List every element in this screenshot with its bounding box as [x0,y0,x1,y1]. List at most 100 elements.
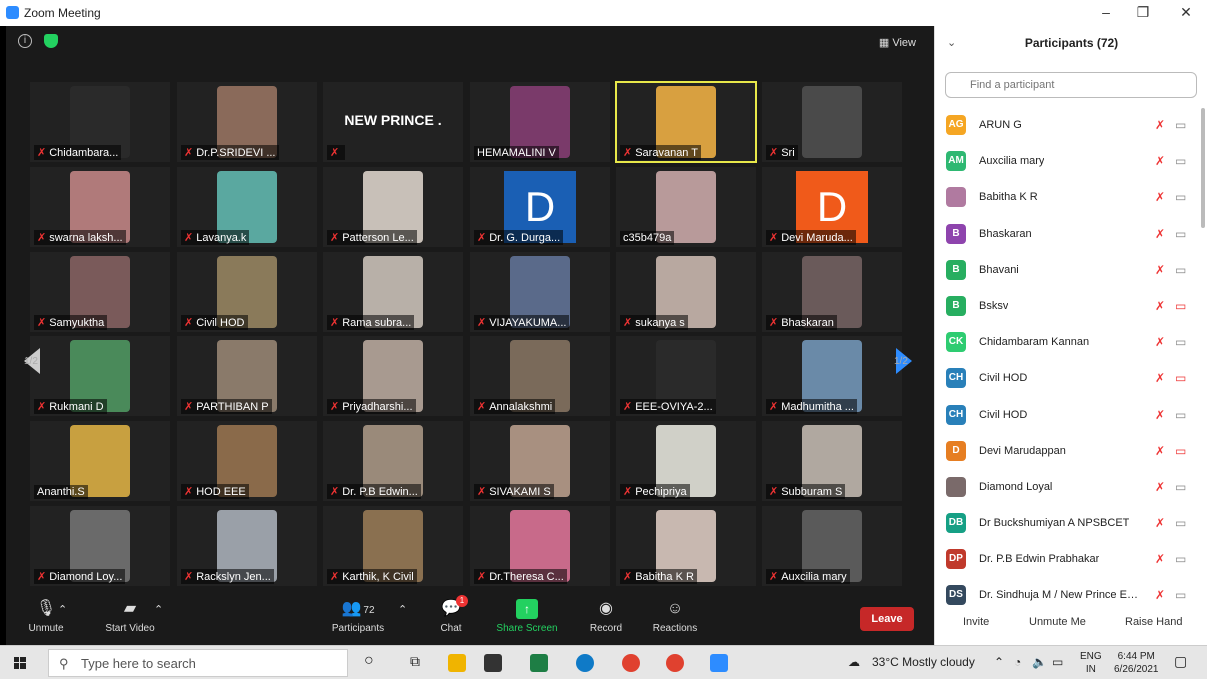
task-view-icon[interactable]: ⧉ [410,653,420,670]
video-tile[interactable]: ✗ Madhumitha ... [762,336,902,416]
store-icon[interactable] [484,654,502,672]
video-tile[interactable]: ✗ sukanya s [616,252,756,332]
video-tile[interactable]: ✗ Dr.Theresa C... [470,506,610,586]
tile-name-text: HOD EEE [196,486,246,498]
participant-search-input[interactable] [945,72,1197,98]
record-button[interactable]: ◉ Record [586,599,626,634]
video-tile[interactable]: ✗ Dr. P.B Edwin... [323,421,463,501]
video-tile[interactable]: ✗ Saravanan T [615,81,757,163]
language-indicator[interactable]: ENG IN [1080,650,1102,676]
muted-mic-icon: ✗ [37,232,47,244]
participant-row[interactable]: D Devi Marudappan ✗ ▭ [935,434,1197,470]
clock[interactable]: 6:44 PM 6/26/2021 [1114,650,1159,676]
network-icon[interactable]: ◔ [1014,655,1021,669]
chrome-icon-2[interactable] [666,654,684,672]
maximize-button[interactable]: ❐ [1133,4,1153,21]
invite-button[interactable]: Invite [963,616,989,628]
video-tile[interactable]: ✗ Samyuktha [30,252,170,332]
video-tile[interactable]: c35b479a [616,167,756,247]
video-tile[interactable]: NEW PRINCE . ✗ [323,82,463,162]
video-tile[interactable]: ✗ Priyadharshi... [323,336,463,416]
video-tile[interactable]: ✗ Lavanya.k [177,167,317,247]
leave-button[interactable]: Leave [860,607,914,631]
taskbar-search-box[interactable]: ⚲ Type here to search [48,649,348,677]
show-hidden-icons-chevron-icon[interactable]: ⌃ [994,655,1004,669]
close-button[interactable]: ✕ [1176,4,1196,21]
participant-row[interactable]: B Bhavani ✗ ▭ [935,253,1197,289]
windows-start-icon[interactable] [14,657,26,669]
video-tile[interactable]: ✗ Rukmani D [30,336,170,416]
participants-button[interactable]: 👥 72 Participants [328,599,388,634]
security-shield-icon[interactable] [44,34,58,48]
participant-name: Bsksv [979,299,1009,312]
participant-row[interactable]: DP Dr. P.B Edwin Prabhakar ✗ ▭ [935,542,1197,578]
raise-hand-button[interactable]: Raise Hand [1125,616,1182,628]
muted-mic-icon: ✗ [623,317,633,329]
video-tile[interactable]: ✗ Civil HOD [177,252,317,332]
participant-row[interactable]: CH Civil HOD ✗ ▭ [935,398,1197,434]
video-tile[interactable]: ✗ Chidambara... [30,82,170,162]
start-video-button[interactable]: ▰ Start Video [100,599,160,634]
participant-row[interactable]: DS Dr. Sindhuja M / New Prince En... ✗ ▭ [935,578,1197,614]
reactions-button[interactable]: ☺ Reactions [650,599,700,634]
chat-button[interactable]: 💬 1 Chat [436,595,468,634]
video-tile[interactable]: ✗ Annalakshmi [470,336,610,416]
participant-row[interactable]: CK Chidambaram Kannan ✗ ▭ [935,325,1197,361]
video-tile[interactable]: HEMAMALINI V [470,82,610,162]
zoom-taskbar-icon[interactable] [710,654,728,672]
participant-row[interactable]: AM Auxcilia mary ✗ ▭ [935,144,1197,180]
audio-options-caret[interactable]: ⌃ [58,603,67,616]
cortana-icon[interactable]: ○ [364,652,374,670]
muted-mic-icon: ✗ [330,232,340,244]
participant-list-scrollbar[interactable] [1201,108,1205,228]
participant-row[interactable]: CH Civil HOD ✗ ▭ [935,361,1197,397]
video-tile[interactable]: ✗ Dr.P.SRIDEVI ... [177,82,317,162]
info-icon[interactable]: i [18,34,32,48]
reactions-icon: ☺ [666,600,684,617]
video-tile[interactable]: ✗ HOD EEE [177,421,317,501]
muted-mic-icon: ✗ [477,486,487,498]
volume-icon[interactable]: 🔈 [1032,655,1047,669]
video-tile[interactable]: ✗ Rackslyn Jen... [177,506,317,586]
minimize-button[interactable]: – [1096,4,1116,20]
video-tile[interactable]: ✗ Auxcilia mary [762,506,902,586]
video-tile[interactable]: ✗ swarna laksh... [30,167,170,247]
participant-row[interactable]: Diamond Loyal ✗ ▭ [935,470,1197,506]
file-explorer-icon[interactable] [448,654,466,672]
chrome-icon[interactable] [622,654,640,672]
edge-icon[interactable] [576,654,594,672]
video-tile[interactable]: Ananthi.S [30,421,170,501]
participant-row[interactable]: DB Dr Buckshumiyan A NPSBCET ✗ ▭ [935,506,1197,542]
video-tile[interactable]: D ✗ Dr. G. Durga... [470,167,610,247]
participants-options-caret[interactable]: ⌃ [398,603,407,616]
participant-name: Devi Marudappan [979,444,1066,457]
video-tile[interactable]: ✗ Babitha K R [616,506,756,586]
participant-row[interactable]: B Bsksv ✗ ▭ [935,289,1197,325]
view-button[interactable]: ▦ View [879,36,916,49]
video-tile[interactable]: ✗ Bhaskaran [762,252,902,332]
tile-name-label: Ananthi.S [34,485,88,499]
video-tile[interactable]: ✗ SIVAKAMI S [470,421,610,501]
video-tile[interactable]: ✗ Subburam S [762,421,902,501]
tile-name-label: ✗ SIVAKAMI S [474,484,554,499]
video-tile[interactable]: ✗ Rama subra... [323,252,463,332]
share-screen-button[interactable]: ↑ Share Screen [494,599,560,634]
video-tile[interactable]: ✗ VIJAYAKUMA... [470,252,610,332]
participant-row[interactable]: AG ARUN G ✗ ▭ [935,108,1197,144]
video-tile[interactable]: ✗ Diamond Loy... [30,506,170,586]
video-tile[interactable]: ✗ EEE-OVIYA-2... [616,336,756,416]
video-tile[interactable]: ✗ PARTHIBAN P [177,336,317,416]
video-tile[interactable]: D ✗ Devi Maruda... [762,167,902,247]
video-tile[interactable]: ✗ Patterson Le... [323,167,463,247]
excel-icon[interactable] [530,654,548,672]
participant-row[interactable]: Babitha K R ✗ ▭ [935,180,1197,216]
participant-row[interactable]: B Bhaskaran ✗ ▭ [935,217,1197,253]
video-tile[interactable]: ✗ Sri [762,82,902,162]
video-options-caret[interactable]: ⌃ [154,603,163,616]
video-tile[interactable]: ✗ Karthik, K Civil [323,506,463,586]
unmute-me-button[interactable]: Unmute Me [1029,616,1086,628]
notification-icon[interactable]: ▢ [1174,653,1187,670]
video-tile[interactable]: ✗ Pechipriya [616,421,756,501]
weather-text[interactable]: 33°C Mostly cloudy [872,655,975,669]
battery-icon[interactable]: ▭ [1052,655,1063,669]
